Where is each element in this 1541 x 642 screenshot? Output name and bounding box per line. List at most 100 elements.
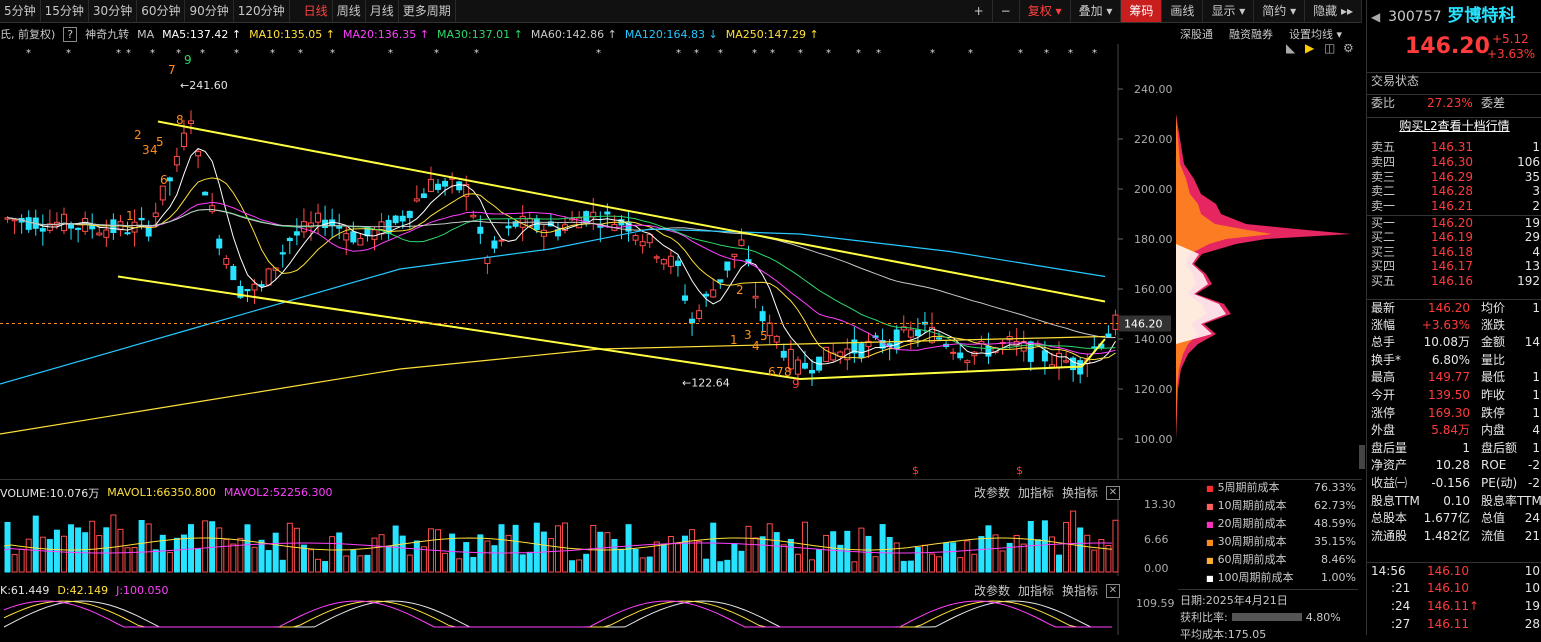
- bid-row: 买四 146.17 13: [1367, 259, 1541, 274]
- volume-header: VOLUME:10.076万 MAVOL1:66350.800 MAVOL2:5…: [0, 484, 1120, 501]
- close-icon[interactable]: ✕: [1106, 583, 1120, 598]
- period-tab[interactable]: 15分钟: [41, 0, 89, 22]
- bid-row: 买二 146.19 29: [1367, 230, 1541, 245]
- toolbar-button[interactable]: 复权 ▾: [1020, 0, 1071, 22]
- candle-body: [279, 252, 286, 255]
- candle-body: [265, 268, 272, 286]
- volume-bar: [131, 546, 138, 573]
- nine-turn-number: 9: [792, 377, 800, 391]
- close-icon[interactable]: ✕: [1106, 485, 1120, 500]
- toolbar-button[interactable]: +: [966, 0, 993, 22]
- stat-value: 146.20: [1428, 301, 1470, 315]
- candle-body: [293, 231, 300, 236]
- panel-splitter-handle[interactable]: [1359, 445, 1365, 469]
- volume-bar: [689, 529, 696, 573]
- stats-row: 净资产 10.28 ROE -2: [1367, 457, 1541, 474]
- period-tab[interactable]: 120分钟: [234, 0, 290, 22]
- period-tab[interactable]: 月线: [366, 0, 399, 22]
- indicator-link[interactable]: 融资融券: [1229, 26, 1273, 42]
- volume-bar: [470, 556, 477, 573]
- stats-row: 总手 10.08万 金额 14: [1367, 334, 1541, 351]
- volume-bar: [188, 524, 195, 573]
- stat-label: 涨停: [1371, 405, 1396, 420]
- book-volume: 1: [1532, 140, 1540, 154]
- period-tab[interactable]: 更多周期: [399, 0, 456, 22]
- candle-body: [907, 329, 914, 338]
- profit-label: 获利比率:: [1180, 611, 1228, 624]
- book-volume: 3: [1532, 184, 1540, 199]
- stat-value: 169.30: [1428, 405, 1470, 420]
- event-marker-icon: *: [770, 48, 775, 59]
- period-tab[interactable]: 日线: [300, 0, 333, 22]
- volume-bar: [618, 548, 625, 573]
- stat-value: 1.677亿: [1423, 511, 1470, 526]
- toolbar-button[interactable]: 筹码: [1121, 0, 1163, 22]
- candle-body: [103, 229, 110, 238]
- candle-body: [188, 120, 195, 125]
- tick-volume: 10: [1524, 564, 1540, 578]
- nine-turn-tool[interactable]: 神奇九转: [85, 26, 129, 42]
- ma-value-text: MA5:137.42: [162, 27, 229, 41]
- y-tick-label: 200.00: [1134, 183, 1173, 196]
- l2-upgrade-link[interactable]: 购买L2查看十档行情: [1367, 117, 1541, 135]
- volume-bar: [336, 532, 343, 573]
- adjust-mode-label: 氏, 前复权): [0, 28, 56, 41]
- nine-turn-number: 6: [768, 365, 776, 379]
- help-button[interactable]: ?: [63, 26, 78, 42]
- candle-body: [60, 213, 67, 232]
- volume-switch-indicator[interactable]: 换指标: [1062, 484, 1098, 501]
- book-price: 146.30: [1431, 154, 1473, 169]
- candle-body: [957, 352, 964, 359]
- volume-bar: [921, 544, 928, 573]
- volume-bar: [315, 558, 322, 573]
- y-tick-label: 120.00: [1134, 383, 1173, 396]
- volume-bar: [25, 538, 32, 573]
- toolbar-button[interactable]: 画线: [1162, 0, 1204, 22]
- toolbar-button[interactable]: 叠加 ▾: [1071, 0, 1122, 22]
- toolbar-button[interactable]: 简约 ▾: [1254, 0, 1306, 22]
- indicator-link[interactable]: 设置均线 ▾: [1289, 26, 1342, 42]
- volume-bar: [759, 536, 766, 573]
- tick-time: :24: [1391, 599, 1411, 613]
- candle-body: [173, 156, 180, 166]
- event-marker-icon: *: [330, 48, 335, 59]
- volume-edit-params[interactable]: 改参数: [974, 484, 1010, 501]
- candle-body: [780, 350, 787, 358]
- toolbar-button[interactable]: 显示 ▾: [1203, 0, 1255, 22]
- volume-bar: [329, 536, 336, 573]
- indicator-link[interactable]: 深股通: [1180, 26, 1213, 42]
- legend-value: 76.33%: [1314, 481, 1356, 494]
- candle-body: [152, 212, 159, 218]
- event-marker-icon: *: [1068, 48, 1073, 59]
- period-tab[interactable]: 30分钟: [89, 0, 138, 22]
- period-tab[interactable]: 90分钟: [185, 0, 234, 22]
- candle-body: [413, 198, 420, 202]
- ma-value-label: MA250:147.29 ↑: [726, 28, 819, 41]
- legend-value: 48.59%: [1314, 517, 1356, 530]
- book-level-label: 卖三: [1371, 169, 1396, 184]
- candle-body: [491, 240, 498, 249]
- volume-bar: [611, 538, 618, 573]
- volume-add-indicator[interactable]: 加指标: [1018, 484, 1054, 501]
- book-volume: 106: [1517, 154, 1540, 169]
- tick-price: 146.11: [1427, 617, 1469, 631]
- ma-value-text: MA20:136.35: [343, 27, 417, 41]
- ma5-line: [7, 148, 1116, 366]
- volume-bar: [604, 532, 611, 573]
- candle-body: [759, 311, 766, 322]
- legend-value: 8.46%: [1321, 553, 1356, 566]
- event-marker-icon: *: [596, 48, 601, 59]
- stat-label: 昨收: [1481, 388, 1506, 402]
- period-tab[interactable]: 60分钟: [137, 0, 186, 22]
- ask-row: 卖四 146.30 106: [1367, 155, 1541, 170]
- toolbar-button[interactable]: 隐藏 ▸▸: [1305, 0, 1362, 22]
- prev-stock-icon[interactable]: ◀: [1371, 10, 1380, 24]
- candle-body: [731, 253, 738, 257]
- period-tab[interactable]: 周线: [333, 0, 366, 22]
- weicha-label: 委差: [1481, 96, 1506, 110]
- candlestick-chart[interactable]: 240.00 220.00 200.00 180.00 160.00 140.00 120.…: [0, 44, 1362, 480]
- stat-value: 149.77: [1428, 370, 1470, 385]
- period-tab[interactable]: 5分钟: [0, 0, 41, 22]
- stats-row: 涨停 169.30 跌停 1: [1367, 405, 1541, 422]
- toolbar-button[interactable]: −: [993, 0, 1020, 22]
